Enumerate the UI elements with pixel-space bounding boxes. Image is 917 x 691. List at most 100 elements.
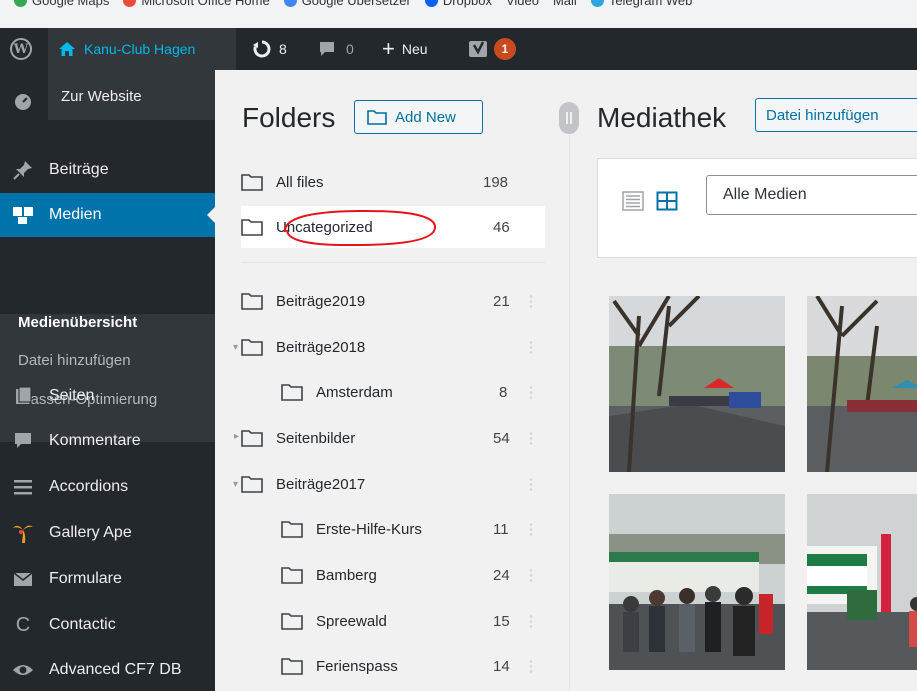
folder-icon: [281, 567, 303, 584]
bookmark-mail[interactable]: Mail: [553, 0, 577, 8]
folder-icon: [281, 521, 303, 538]
folder-name: Beiträge2018: [276, 338, 366, 356]
folder-row-ferienspass[interactable]: Ferienspass 14: [241, 645, 545, 687]
wordpress-logo-icon[interactable]: W: [10, 38, 32, 60]
contactic-icon: C: [15, 613, 31, 636]
folder-row-beitraege2018[interactable]: ▾ Beiträge2018: [233, 326, 545, 368]
folder-name: Ferienspass: [316, 657, 398, 675]
media-thumbnail[interactable]: [609, 296, 785, 472]
mail-icon: [11, 569, 35, 589]
photo-park-event: [807, 296, 917, 472]
yoast-icon: [469, 41, 487, 57]
visit-site-link[interactable]: Zur Website: [61, 88, 142, 105]
folder-name: Seitenbilder: [276, 429, 356, 447]
drag-handle-icon[interactable]: [529, 522, 533, 536]
bookmark-video[interactable]: Video: [506, 0, 539, 8]
folder-row-all-files[interactable]: All files 198: [241, 161, 545, 203]
admin-menu: Beiträge Medien Medienübersicht Datei hi…: [0, 70, 215, 691]
media-thumbnail[interactable]: [807, 296, 917, 472]
folder-row-beitraege2017[interactable]: ▾ Beiträge2017: [233, 463, 545, 505]
new-content-menu[interactable]: + Neu: [382, 28, 428, 70]
folder-count: 21: [493, 292, 510, 310]
site-name-menu[interactable]: Kanu-Club Hagen: [48, 28, 236, 70]
bookmark-office[interactable]: Microsoft Office Home: [123, 0, 270, 8]
media-thumbnail[interactable]: [807, 494, 917, 670]
add-file-button[interactable]: Datei hinzufügen: [755, 98, 917, 132]
folder-icon: [241, 339, 263, 356]
menu-item-formulare[interactable]: Formulare: [0, 557, 215, 601]
folder-name: Erste-Hilfe-Kurs: [316, 520, 422, 538]
folder-count: 11: [493, 520, 509, 538]
folder-icon: [367, 110, 387, 125]
red-annotation-ellipse: [284, 209, 436, 247]
menu-item-kommentare[interactable]: Kommentare: [0, 419, 215, 463]
menu-item-gallery-ape[interactable]: Gallery Ape: [0, 511, 215, 555]
drag-handle-icon[interactable]: [529, 659, 533, 673]
menu-item-beitraege[interactable]: Beiträge: [0, 148, 215, 192]
folder-name: Beiträge2019: [276, 292, 366, 310]
bookmark-translate[interactable]: Google Übersetzer: [283, 0, 411, 8]
folder-row-uncategorized[interactable]: Uncategorized 46: [241, 206, 545, 248]
grid-view-icon[interactable]: [656, 191, 678, 211]
dashboard-icon: [11, 92, 35, 112]
media-type-filter-select[interactable]: Alle Medien ⌄: [706, 175, 917, 215]
media-thumbnail[interactable]: [609, 494, 785, 670]
drag-handle-icon[interactable]: [529, 477, 533, 491]
folder-row-amsterdam[interactable]: Amsterdam 8: [241, 371, 545, 413]
bookmark-telegram[interactable]: Telegram Web: [590, 0, 692, 8]
submenu-media-library[interactable]: Medienübersicht: [18, 314, 137, 331]
menu-item-seiten[interactable]: Seiten: [0, 374, 215, 418]
translate-icon: [283, 0, 297, 7]
folder-name: Spreewald: [316, 612, 387, 630]
yoast-seo-menu[interactable]: 1: [468, 28, 516, 70]
plus-icon: +: [382, 36, 395, 61]
folder-row-beitraege2019[interactable]: Beiträge2019 21: [241, 280, 545, 322]
list-view-icon[interactable]: [622, 191, 644, 211]
menu-item-contactic[interactable]: C Contactic: [0, 603, 215, 647]
eye-icon: [11, 660, 35, 680]
media-icon: [11, 205, 35, 225]
add-new-folder-button[interactable]: Add New: [354, 100, 483, 134]
comments-menu[interactable]: 0: [318, 28, 354, 70]
folder-count: 14: [493, 657, 510, 675]
caret-down-icon[interactable]: ▾: [233, 479, 238, 490]
folder-icon: [281, 658, 303, 675]
menu-item-medien[interactable]: Medien: [0, 193, 215, 237]
folder-row-spreewald[interactable]: Spreewald 15: [241, 600, 545, 642]
updates-menu[interactable]: 8: [252, 28, 287, 70]
folder-count: 15: [493, 612, 510, 630]
caret-right-icon[interactable]: ▸: [234, 431, 239, 442]
folder-icon: [241, 430, 263, 447]
folder-icon: [281, 613, 303, 630]
pin-icon: [11, 160, 35, 180]
browser-bookmarks-bar: Google Maps Microsoft Office Home Google…: [0, 0, 917, 28]
caret-down-icon[interactable]: ▾: [233, 342, 238, 353]
folder-name: All files: [276, 173, 324, 191]
bookmark-dropbox[interactable]: Dropbox: [424, 0, 492, 8]
folder-row-bamberg[interactable]: Bamberg 24: [241, 554, 545, 596]
divider-line: [569, 110, 570, 691]
folder-count: 54: [493, 429, 510, 447]
bookmark-google-maps[interactable]: Google Maps: [14, 0, 109, 8]
media-library: Mediathek Datei hinzufügen Alle Medien ⌄: [585, 70, 917, 691]
folder-icon: [241, 174, 263, 191]
folder-icon: [241, 219, 263, 236]
drag-handle-icon[interactable]: [529, 614, 533, 628]
folders-title: Folders: [242, 102, 336, 133]
media-toolbar: Alle Medien ⌄: [597, 158, 917, 258]
folder-row-erste-hilfe-kurs[interactable]: Erste-Hilfe-Kurs 11: [241, 508, 545, 550]
drag-handle-icon[interactable]: [529, 568, 533, 582]
resize-grip-handle[interactable]: [559, 102, 579, 134]
menu-item-accordions[interactable]: Accordions: [0, 465, 215, 509]
drag-handle-icon[interactable]: [529, 385, 533, 399]
photo-stand-banner: [807, 494, 917, 670]
drag-handle-icon[interactable]: [529, 340, 533, 354]
folder-row-seitenbilder[interactable]: ▸ Seitenbilder 54: [234, 417, 545, 459]
drag-handle-icon[interactable]: [529, 431, 533, 445]
submenu-add-file[interactable]: Datei hinzufügen: [18, 352, 131, 369]
comments-icon: [11, 431, 35, 451]
drag-handle-icon[interactable]: [529, 294, 533, 308]
home-icon: [59, 42, 75, 56]
folder-icon: [241, 293, 263, 310]
menu-item-advanced-cf7-db[interactable]: Advanced CF7 DB: [0, 648, 215, 691]
